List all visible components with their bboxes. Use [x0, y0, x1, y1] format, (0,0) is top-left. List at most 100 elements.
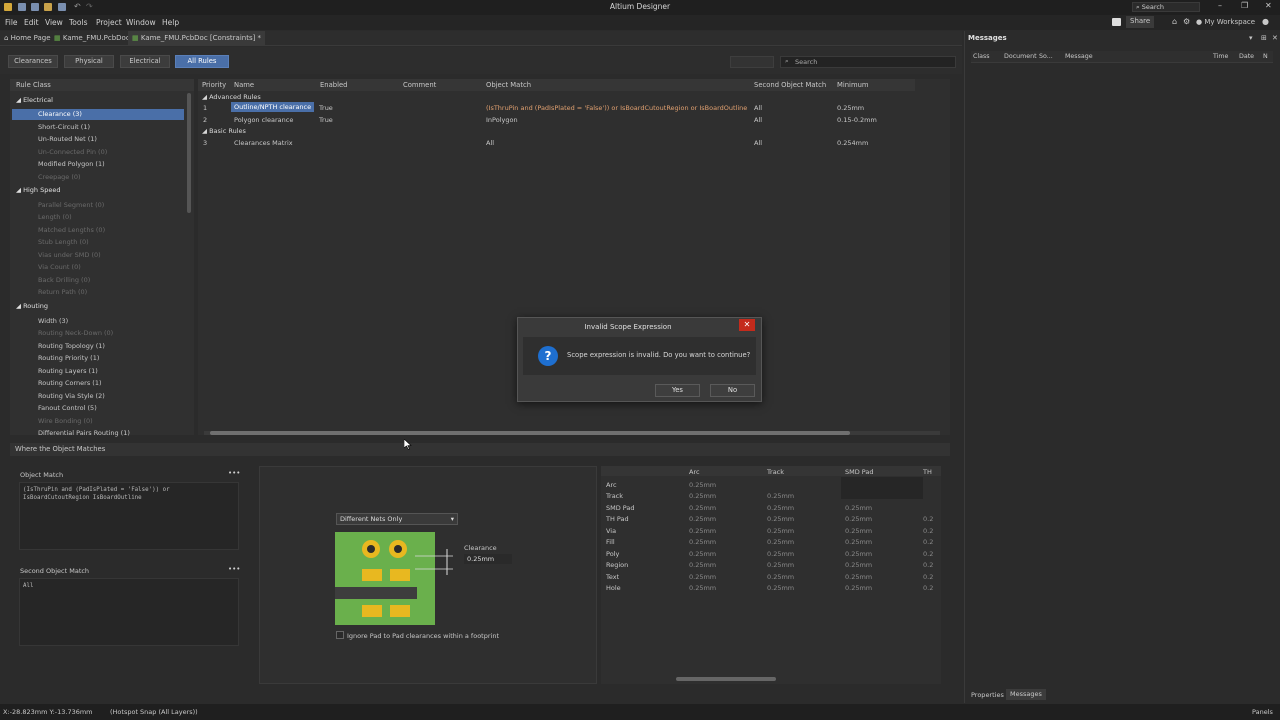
tree-item-unconnected-pin[interactable]: Un-Connected Pin (0)	[38, 148, 107, 156]
tab-properties[interactable]: Properties	[969, 690, 1006, 700]
tree-category-electrical[interactable]: ◢ Electrical	[16, 96, 53, 104]
col-minimum[interactable]: Minimum	[833, 79, 915, 91]
workspace-button[interactable]: ● My Workspace	[1196, 18, 1255, 26]
group-advanced-rules[interactable]: ◢ Advanced Rules	[202, 93, 261, 101]
matrix-hscrollbar[interactable]	[676, 677, 776, 681]
col-second-object-match[interactable]: Second Object Match	[750, 79, 836, 91]
matrix-cell[interactable]: 0.2	[923, 550, 933, 558]
matrix-cell[interactable]: 0.2	[923, 561, 933, 569]
tree-item-via-count[interactable]: Via Count (0)	[38, 263, 81, 271]
ignore-pad-checkbox[interactable]	[336, 631, 344, 639]
matrix-cell[interactable]: 0.25mm	[845, 527, 872, 535]
matrix-cell[interactable]: 0.25mm	[689, 584, 716, 592]
tree-item-back-drilling[interactable]: Back Drilling (0)	[38, 276, 90, 284]
col-object-match[interactable]: Object Match	[482, 79, 754, 91]
msg-col-message[interactable]: Message	[1065, 53, 1093, 60]
matrix-cell[interactable]: 0.2	[923, 515, 933, 523]
row-object-match[interactable]: All	[486, 139, 494, 147]
menu-tools[interactable]: Tools	[69, 18, 87, 27]
home-icon[interactable]: ⌂	[1172, 17, 1177, 26]
matrix-cell[interactable]: 0.25mm	[767, 538, 794, 546]
matrix-cell[interactable]: 0.25mm	[767, 492, 794, 500]
user-icon[interactable]: ●	[1262, 17, 1269, 26]
matrix-cell[interactable]: 0.25mm	[767, 515, 794, 523]
tree-item-routing-neck-down[interactable]: Routing Neck-Down (0)	[38, 329, 113, 337]
tree-item-diff-pairs-routing[interactable]: Differential Pairs Routing (1)	[38, 429, 130, 437]
matrix-cell[interactable]: 0.25mm	[845, 538, 872, 546]
tree-item-short-circuit[interactable]: Short-Circuit (1)	[38, 123, 90, 131]
menu-file[interactable]: File	[5, 18, 18, 27]
menu-window[interactable]: Window	[126, 18, 156, 27]
row-enabled[interactable]: True	[319, 116, 333, 124]
no-button[interactable]: No	[710, 384, 755, 397]
panel-menu-icon[interactable]: ▾	[1249, 34, 1253, 42]
tree-item-stub-length[interactable]: Stub Length (0)	[38, 238, 89, 246]
tree-item-routing-priority[interactable]: Routing Priority (1)	[38, 354, 99, 362]
row-enabled[interactable]: True	[319, 104, 333, 112]
matrix-cell[interactable]: 0.25mm	[689, 504, 716, 512]
tree-item-routing-layers[interactable]: Routing Layers (1)	[38, 367, 98, 375]
msg-col-time[interactable]: Time	[1213, 53, 1228, 60]
tree-item-routing-topology[interactable]: Routing Topology (1)	[38, 342, 105, 350]
row-name-selected[interactable]: Outline/NPTH clearance	[231, 102, 315, 112]
row-second-match[interactable]: All	[754, 104, 762, 112]
global-search[interactable]: ⌕ Search	[1132, 2, 1200, 12]
matrix-cell[interactable]: 0.25mm	[845, 515, 872, 523]
tab-pcbdoc[interactable]: ▦ Kame_FMU.PcbDoc *	[50, 31, 139, 46]
search-input[interactable]: ⌕ Search	[780, 56, 956, 68]
close-window-icon[interactable]: ✕	[1265, 1, 1272, 10]
tree-item-modified-polygon[interactable]: Modified Polygon (1)	[38, 160, 105, 168]
msg-col-no[interactable]: N	[1263, 53, 1268, 60]
notifications-icon[interactable]	[1112, 18, 1121, 26]
tree-item-unrouted-net[interactable]: Un-Routed Net (1)	[38, 135, 97, 143]
tree-item-matched-lengths[interactable]: Matched Lengths (0)	[38, 226, 105, 234]
tree-scrollbar[interactable]	[187, 93, 191, 213]
matrix-cell[interactable]: 0.2	[923, 584, 933, 592]
pin-icon[interactable]: ⊞	[1261, 34, 1267, 42]
tab-physical[interactable]: Physical	[64, 55, 114, 68]
row-name[interactable]: Clearances Matrix	[234, 139, 293, 147]
tree-item-creepage[interactable]: Creepage (0)	[38, 173, 81, 181]
close-panel-icon[interactable]: ✕	[1272, 34, 1278, 42]
tree-item-width[interactable]: Width (3)	[38, 317, 68, 325]
matrix-cell[interactable]: 0.2	[923, 573, 933, 581]
tree-item-routing-via-style[interactable]: Routing Via Style (2)	[38, 392, 105, 400]
clearance-value-field[interactable]: 0.25mm	[464, 554, 512, 564]
tree-category-high-speed[interactable]: ◢ High Speed	[16, 186, 60, 194]
matrix-cell[interactable]: 0.25mm	[689, 527, 716, 535]
matrix-cell[interactable]: 0.25mm	[689, 573, 716, 581]
tab-clearances[interactable]: Clearances	[8, 55, 58, 68]
msg-col-document[interactable]: Document	[1004, 53, 1037, 60]
minimize-icon[interactable]: –	[1218, 1, 1222, 10]
col-priority[interactable]: Priority	[198, 79, 232, 91]
object-match-editor[interactable]: (IsThruPin and (PadIsPlated = 'False')) …	[19, 482, 239, 550]
dialog-close-button[interactable]: ✕	[739, 319, 755, 331]
tree-item-routing-corners[interactable]: Routing Corners (1)	[38, 379, 102, 387]
matrix-cell[interactable]: 0.2	[923, 527, 933, 535]
matrix-cell[interactable]: 0.25mm	[845, 573, 872, 581]
matrix-cell[interactable]: 0.25mm	[767, 561, 794, 569]
matrix-cell[interactable]: 0.25mm	[767, 573, 794, 581]
row-minimum[interactable]: 0.15-0.2mm	[837, 116, 877, 124]
matrix-cell[interactable]: 0.25mm	[689, 550, 716, 558]
menu-project[interactable]: Project	[96, 18, 122, 27]
msg-col-date[interactable]: Date	[1239, 53, 1254, 60]
matrix-cell[interactable]: 0.25mm	[689, 515, 716, 523]
tab-home-page[interactable]: ⌂ Home Page	[0, 31, 55, 46]
matrix-cell[interactable]: 0.25mm	[767, 504, 794, 512]
more-icon[interactable]: •••	[228, 469, 240, 477]
gear-icon[interactable]: ⚙	[1183, 17, 1190, 26]
menu-help[interactable]: Help	[162, 18, 179, 27]
tab-constraints[interactable]: ▦ Kame_FMU.PcbDoc [Constraints] *	[128, 31, 266, 46]
matrix-cell[interactable]: 0.25mm	[689, 481, 716, 489]
tree-item-length[interactable]: Length (0)	[38, 213, 72, 221]
menu-edit[interactable]: Edit	[24, 18, 39, 27]
row-object-match[interactable]: (IsThruPin and (PadIsPlated = 'False')) …	[486, 104, 747, 112]
more-icon[interactable]: •••	[228, 565, 240, 573]
row-name[interactable]: Polygon clearance	[234, 116, 293, 124]
matrix-cell[interactable]: 0.25mm	[689, 492, 716, 500]
group-basic-rules[interactable]: ◢ Basic Rules	[202, 127, 246, 135]
row-second-match[interactable]: All	[754, 139, 762, 147]
net-scope-dropdown[interactable]: Different Nets Only ▾	[336, 513, 458, 525]
panels-button[interactable]: Panels	[1252, 708, 1273, 716]
